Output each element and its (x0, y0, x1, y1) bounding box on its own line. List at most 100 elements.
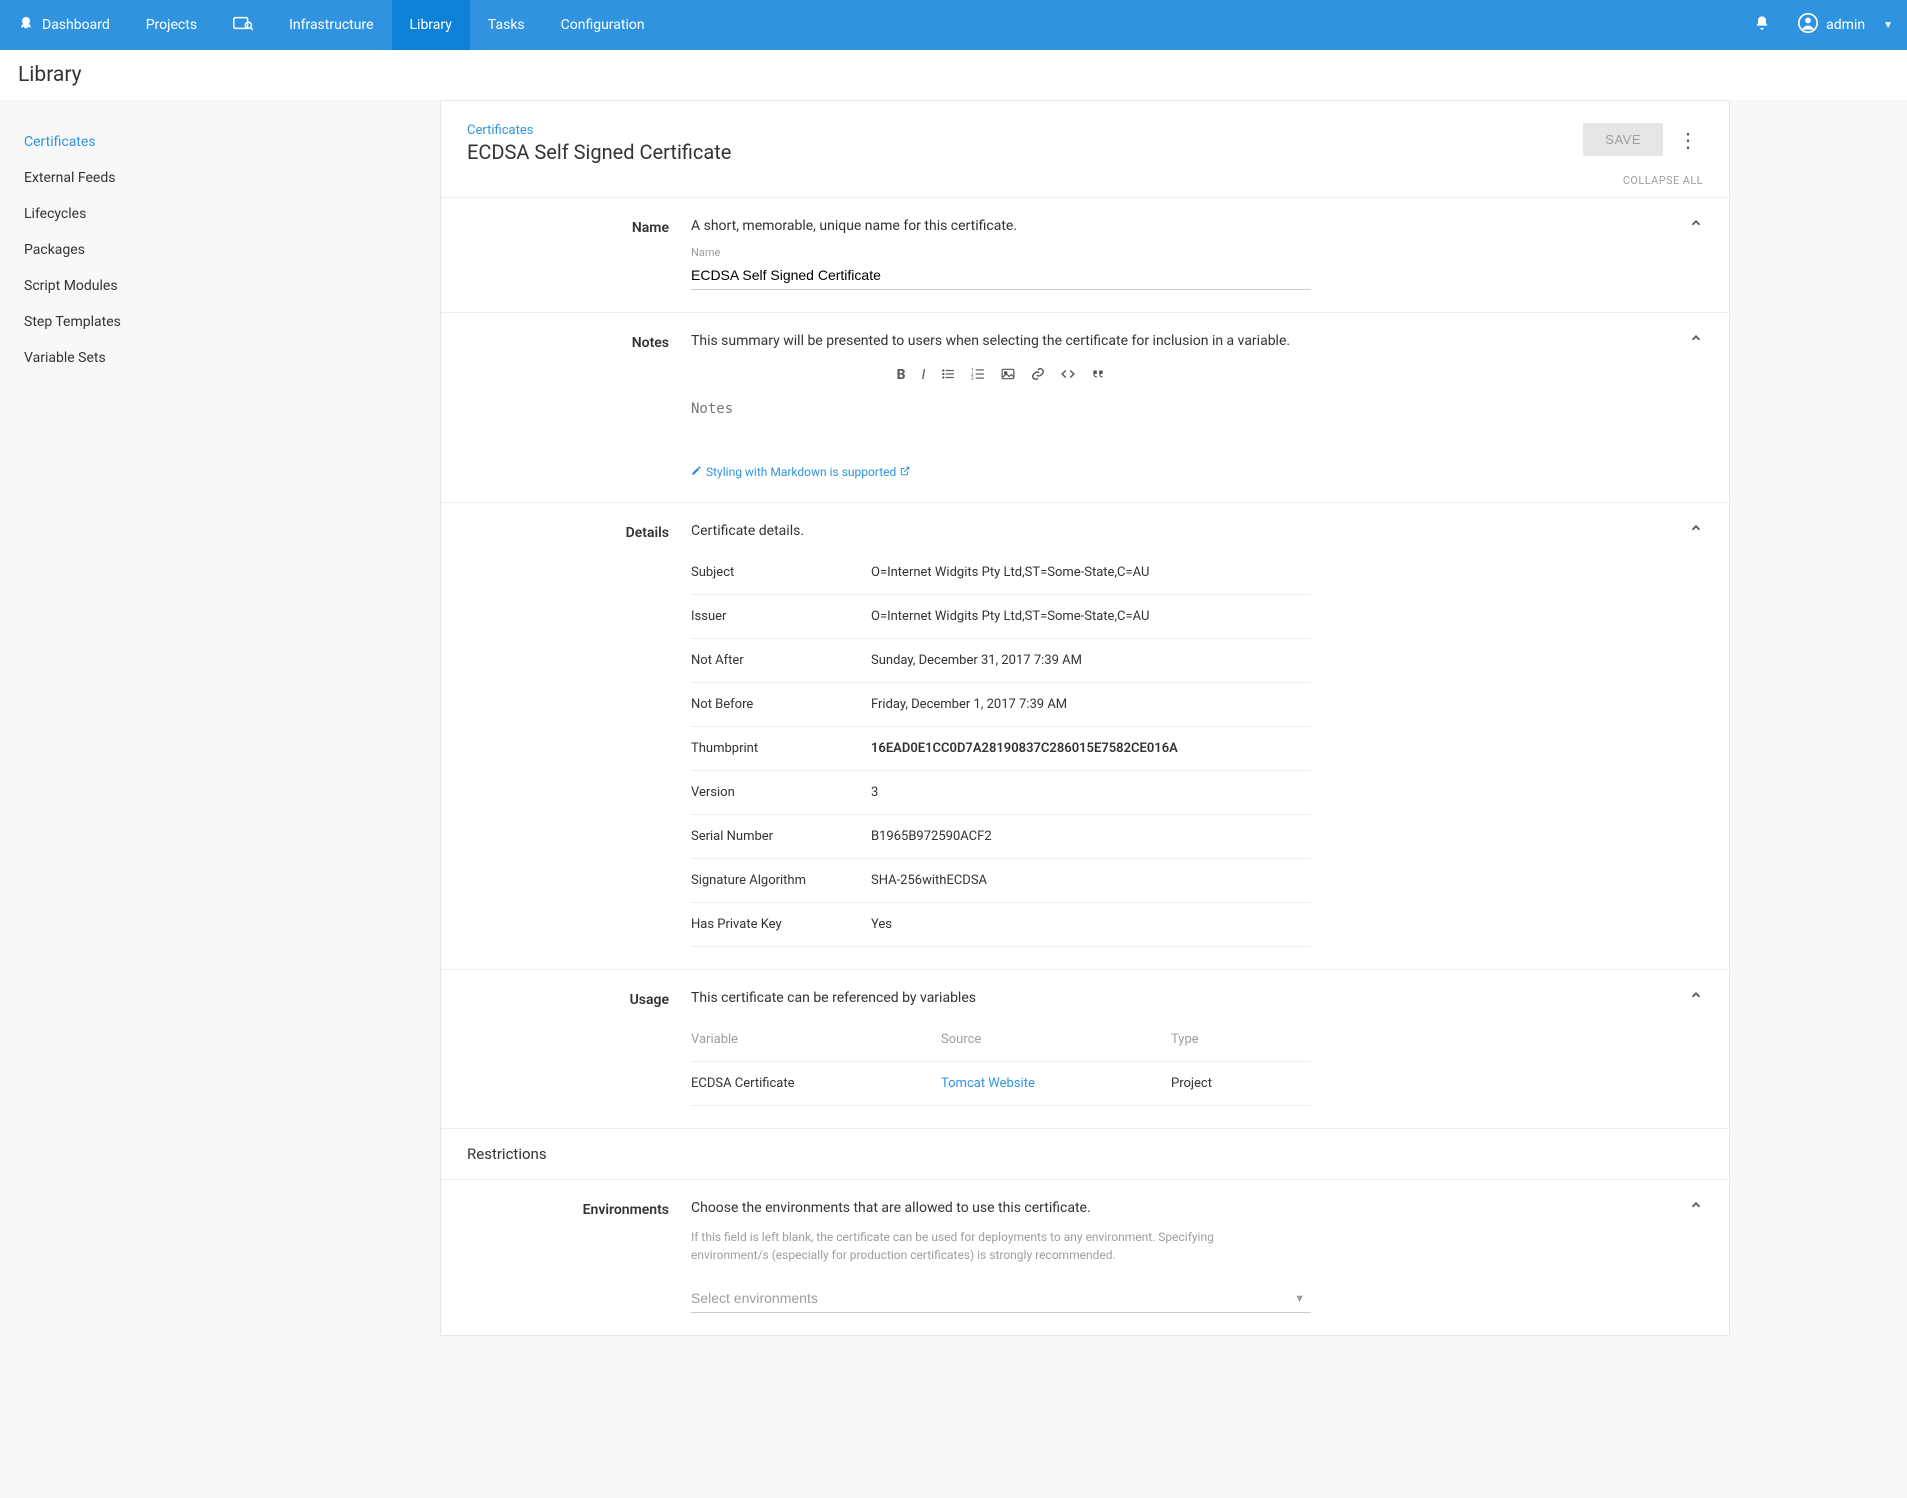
table-row: Thumbprint16EAD0E1CC0D7A28190837C286015E… (691, 727, 1311, 771)
sidebar-item-external-feeds[interactable]: External Feeds (24, 160, 440, 196)
detail-key: Signature Algorithm (691, 859, 871, 903)
cell-variable: ECDSA Certificate (691, 1062, 941, 1106)
save-button[interactable]: SAVE (1583, 123, 1663, 156)
nav-label: Infrastructure (289, 17, 373, 33)
overflow-menu-button[interactable]: ⋮ (1673, 123, 1703, 157)
table-row: IssuerO=Internet Widgits Pty Ltd,ST=Some… (691, 595, 1311, 639)
detail-value: O=Internet Widgits Pty Ltd,ST=Some-State… (871, 595, 1311, 639)
nav-configuration[interactable]: Configuration (543, 0, 663, 50)
nav-search[interactable] (215, 0, 271, 50)
content-card: Certificates ECDSA Self Signed Certifica… (440, 100, 1730, 1336)
link-icon (1031, 369, 1045, 385)
image-icon (1001, 369, 1015, 385)
name-input[interactable] (691, 261, 1311, 290)
table-row: Signature AlgorithmSHA-256withECDSA (691, 859, 1311, 903)
section-collapse-toggle[interactable] (1689, 521, 1703, 539)
pencil-icon (691, 465, 702, 479)
chevron-up-icon (1689, 1200, 1703, 1216)
detail-value: Yes (871, 903, 1311, 947)
notes-textarea[interactable] (691, 401, 1311, 451)
section-collapse-toggle[interactable] (1689, 988, 1703, 1006)
chevron-up-icon (1689, 333, 1703, 349)
section-label: Environments (441, 1200, 691, 1313)
markdown-hint-link[interactable]: Styling with Markdown is supported (691, 465, 910, 479)
name-float-label: Name (691, 246, 1311, 259)
sidebar: Certificates External Feeds Lifecycles P… (0, 100, 440, 376)
bold-button[interactable]: B (897, 367, 906, 385)
chevron-down-icon: ▼ (1883, 20, 1893, 31)
chevron-up-icon (1689, 218, 1703, 234)
section-desc: This summary will be presented to users … (691, 333, 1311, 349)
table-header-row: Variable Source Type (691, 1018, 1311, 1062)
number-list-button[interactable]: 123 (971, 367, 985, 385)
table-row: Not AfterSunday, December 31, 2017 7:39 … (691, 639, 1311, 683)
user-menu[interactable]: admin ▼ (1784, 0, 1907, 50)
table-row: ECDSA Certificate Tomcat Website Project (691, 1062, 1311, 1106)
kebab-icon: ⋮ (1678, 128, 1698, 152)
nav-dashboard[interactable]: Dashboard (0, 0, 128, 50)
table-row: Not BeforeFriday, December 1, 2017 7:39 … (691, 683, 1311, 727)
section-usage: Usage This certificate can be referenced… (441, 969, 1729, 1128)
nav-label: Projects (146, 17, 197, 33)
nav-library[interactable]: Library (392, 0, 470, 50)
sidebar-item-variable-sets[interactable]: Variable Sets (24, 340, 440, 376)
octopus-icon (18, 15, 34, 35)
sidebar-item-step-templates[interactable]: Step Templates (24, 304, 440, 340)
cell-type: Project (1171, 1062, 1311, 1106)
nav-label: Tasks (488, 17, 525, 33)
italic-button[interactable]: I (922, 367, 926, 385)
page-title: Library (18, 63, 82, 87)
image-button[interactable] (1001, 367, 1015, 385)
list-ul-icon (941, 369, 955, 385)
section-collapse-toggle[interactable] (1689, 216, 1703, 234)
code-button[interactable] (1061, 367, 1075, 385)
quote-icon (1091, 369, 1105, 385)
detail-key: Has Private Key (691, 903, 871, 947)
cell-source-link[interactable]: Tomcat Website (941, 1076, 1035, 1091)
detail-key: Subject (691, 551, 871, 595)
section-collapse-toggle[interactable] (1689, 1198, 1703, 1216)
top-nav: Dashboard Projects Infrastructure Librar… (0, 0, 1907, 50)
environments-select[interactable] (691, 1284, 1311, 1313)
sidebar-item-certificates[interactable]: Certificates (24, 124, 440, 160)
details-table: SubjectO=Internet Widgits Pty Ltd,ST=Som… (691, 551, 1311, 947)
detail-value: SHA-256withECDSA (871, 859, 1311, 903)
sidebar-item-script-modules[interactable]: Script Modules (24, 268, 440, 304)
nav-tasks[interactable]: Tasks (470, 0, 543, 50)
notifications-button[interactable] (1740, 0, 1784, 50)
section-label: Name (441, 218, 691, 290)
card-title: ECDSA Self Signed Certificate (467, 140, 1583, 164)
sidebar-item-lifecycles[interactable]: Lifecycles (24, 196, 440, 232)
section-label: Usage (441, 990, 691, 1106)
link-button[interactable] (1031, 367, 1045, 385)
detail-value: Friday, December 1, 2017 7:39 AM (871, 683, 1311, 727)
detail-key: Not After (691, 639, 871, 683)
section-desc: Choose the environments that are allowed… (691, 1200, 1311, 1216)
table-row: Version3 (691, 771, 1311, 815)
section-label: Notes (441, 333, 691, 480)
sidebar-item-packages[interactable]: Packages (24, 232, 440, 268)
table-row: Serial NumberB1965B972590ACF2 (691, 815, 1311, 859)
collapse-all-button[interactable]: COLLAPSE ALL (441, 174, 1729, 197)
editor-toolbar: B I 123 (691, 361, 1311, 401)
nav-infrastructure[interactable]: Infrastructure (271, 0, 391, 50)
detail-value: B1965B972590ACF2 (871, 815, 1311, 859)
col-source: Source (941, 1018, 1171, 1062)
col-variable: Variable (691, 1018, 941, 1062)
section-collapse-toggle[interactable] (1689, 331, 1703, 349)
breadcrumb[interactable]: Certificates (467, 123, 1583, 138)
nav-label: Library (410, 17, 452, 33)
bell-icon (1754, 15, 1770, 35)
col-type: Type (1171, 1018, 1311, 1062)
quote-button[interactable] (1091, 367, 1105, 385)
code-icon (1061, 369, 1075, 385)
bullet-list-button[interactable] (941, 367, 955, 385)
svg-text:3: 3 (971, 376, 974, 381)
table-row: SubjectO=Internet Widgits Pty Ltd,ST=Som… (691, 551, 1311, 595)
section-hint: If this field is left blank, the certifi… (691, 1228, 1251, 1264)
nav-projects[interactable]: Projects (128, 0, 215, 50)
section-desc: Certificate details. (691, 523, 1311, 539)
section-name: Name A short, memorable, unique name for… (441, 197, 1729, 312)
detail-value: 16EAD0E1CC0D7A28190837C286015E7582CE016A (871, 727, 1311, 771)
section-desc: A short, memorable, unique name for this… (691, 218, 1311, 234)
